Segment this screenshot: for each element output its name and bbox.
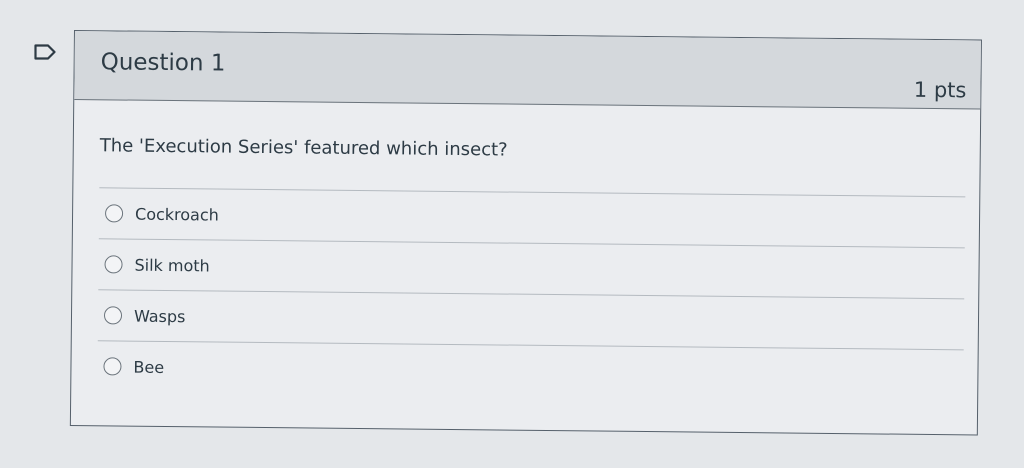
answer-list: Cockroach Silk moth Wasps Bee [97,187,966,401]
answer-option-cockroach[interactable]: Cockroach [98,187,966,248]
radio-button[interactable] [103,306,123,325]
answer-option-silk-moth[interactable]: Silk moth [98,238,965,299]
radio-button[interactable] [104,255,123,274]
answer-label: Silk moth [134,255,210,275]
radio-button[interactable] [103,357,122,376]
question-points: 1 pts [913,77,967,103]
question-card: Question 1 1 pts The 'Execution Series' … [69,30,982,436]
question-title: Question 1 [100,49,226,77]
question-text: The 'Execution Series' featured which in… [99,135,508,161]
answer-label: Wasps [133,306,186,326]
answer-option-wasps[interactable]: Wasps [97,289,965,350]
answer-label: Cockroach [134,204,219,225]
flag-icon[interactable] [34,44,56,60]
question-header: Question 1 1 pts [74,31,981,110]
radio-button[interactable] [104,204,124,223]
answer-label: Bee [133,357,165,377]
answer-option-bee[interactable]: Bee [97,340,964,401]
